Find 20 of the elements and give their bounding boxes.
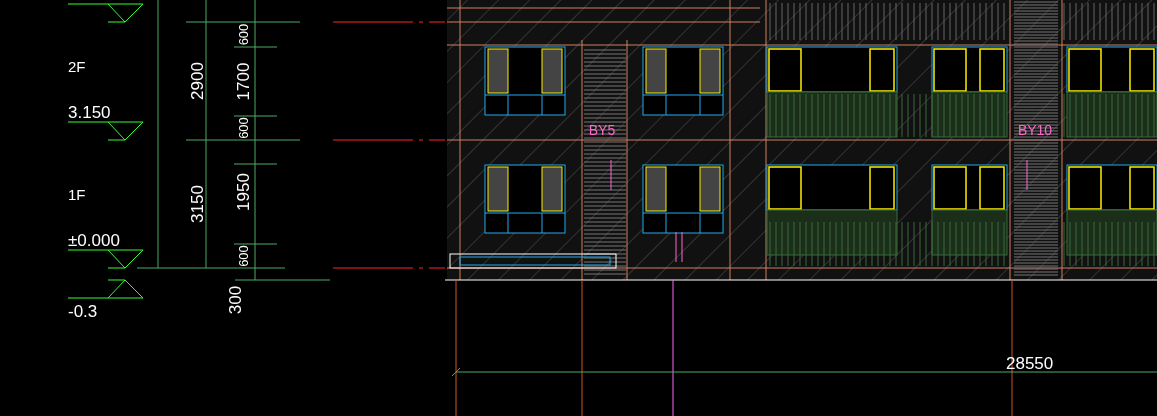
level-marker-icon: [67, 279, 144, 299]
elevation-label: 3.150: [68, 103, 111, 122]
floor-label: 1F: [68, 186, 86, 203]
dimension-label: 600: [236, 245, 252, 267]
dimension-label: 600: [236, 23, 252, 46]
dimension-label: 1950: [234, 173, 254, 211]
dimension-label: 300: [226, 285, 246, 315]
element-tag: BY5: [588, 122, 616, 138]
dimension-label: 1700: [234, 62, 254, 101]
element-tag: BY10: [1017, 122, 1053, 138]
dimension-label: 600: [236, 117, 252, 139]
elevation-label: ±0.000: [68, 231, 120, 250]
level-marker-icon: [67, 121, 144, 141]
level-marker-icon: [67, 3, 144, 23]
elevation-label: -0.3: [68, 302, 98, 321]
dimension-label: 28550: [1006, 354, 1054, 373]
dimension-label: 2900: [188, 62, 208, 100]
dimension-label: 3150: [188, 185, 208, 223]
level-marker-icon: [67, 249, 144, 269]
floor-label: 2F: [68, 58, 86, 75]
